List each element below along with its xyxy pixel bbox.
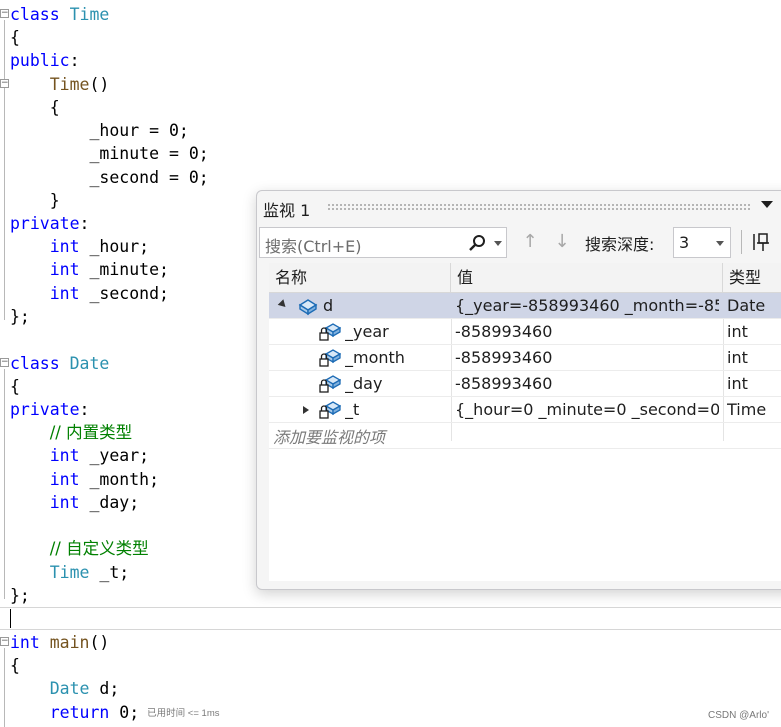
row-value[interactable]: -858993460 bbox=[455, 371, 719, 397]
add-watch-hint[interactable]: 添加要监视的项 bbox=[273, 425, 385, 451]
row-type: int bbox=[727, 348, 748, 367]
code-line: _minute = 0; bbox=[89, 144, 209, 163]
watch-title-bar[interactable]: 监视 1 bbox=[257, 191, 781, 223]
current-line-highlight bbox=[0, 607, 781, 630]
code-line: Date d; bbox=[49, 679, 120, 698]
row-name: d bbox=[323, 296, 334, 315]
row-name: _year bbox=[345, 322, 389, 341]
row-name: _month bbox=[345, 348, 405, 367]
arrow-up-icon[interactable]: ↑ bbox=[521, 231, 539, 253]
row-value[interactable]: -858993460 bbox=[455, 345, 719, 371]
row-name: _t bbox=[345, 400, 360, 419]
watch-toolbar: 搜索(Ctrl+E) ↑ ↓ 搜索深度: 3 bbox=[257, 225, 781, 259]
code-line: _hour = 0; bbox=[89, 121, 189, 140]
code-line: int _day; bbox=[49, 493, 140, 512]
dropdown-icon[interactable] bbox=[761, 201, 773, 208]
code-line: int _minute; bbox=[49, 260, 169, 279]
code-line: { bbox=[10, 28, 20, 47]
private-member-icon bbox=[319, 349, 341, 367]
code-line: Time() bbox=[49, 75, 110, 94]
fold-guide bbox=[4, 20, 5, 320]
search-icon[interactable] bbox=[468, 234, 486, 252]
private-member-icon bbox=[319, 323, 341, 341]
row-type: Time bbox=[727, 400, 767, 419]
watch-row[interactable]: _day -858993460 int bbox=[269, 371, 781, 397]
code-line: Time _t; bbox=[49, 563, 130, 582]
private-member-icon bbox=[319, 375, 341, 393]
elapsed-time-hint: 已用时间 <= 1ms bbox=[147, 708, 220, 719]
arrow-down-icon[interactable]: ↓ bbox=[553, 231, 571, 253]
text-caret bbox=[10, 609, 11, 628]
code-line: { bbox=[49, 98, 60, 117]
code-line: int _year; bbox=[49, 446, 150, 465]
watch-row[interactable]: _year -858993460 int bbox=[269, 319, 781, 345]
row-value[interactable]: {_year=-858993460 _month=-858993460 _day… bbox=[455, 293, 719, 319]
code-line: _second = 0; bbox=[89, 168, 209, 187]
code-line: { bbox=[10, 377, 20, 396]
code-line: // 自定义类型 bbox=[49, 539, 149, 558]
code-line: public: bbox=[10, 51, 80, 70]
code-line: int main() bbox=[10, 633, 110, 652]
row-type: int bbox=[727, 322, 748, 341]
code-line: }; bbox=[10, 307, 30, 326]
collapse-icon[interactable]: − bbox=[0, 9, 9, 18]
code-line: int _month; bbox=[49, 470, 160, 489]
column-header-type[interactable]: 类型 bbox=[723, 263, 781, 293]
search-depth-select[interactable]: 3 bbox=[673, 227, 731, 258]
collapse-icon[interactable]: − bbox=[0, 637, 9, 646]
chevron-down-icon bbox=[716, 241, 724, 246]
watch-row[interactable]: _month -858993460 int bbox=[269, 345, 781, 371]
watermark: CSDN @Arlo' bbox=[708, 710, 769, 721]
collapse-icon[interactable]: − bbox=[0, 79, 9, 88]
search-depth-label: 搜索深度: bbox=[585, 235, 655, 254]
code-line: private: bbox=[10, 214, 90, 233]
watch-grid: 名称 值 类型 d {_year=-858993460 _month=-8589… bbox=[269, 263, 781, 581]
column-header-name[interactable]: 名称 bbox=[269, 263, 451, 293]
add-watch-row[interactable]: 添加要监视的项 bbox=[269, 423, 781, 449]
search-placeholder: 搜索(Ctrl+E) bbox=[265, 237, 362, 256]
row-type: Date bbox=[727, 296, 766, 315]
column-header-value[interactable]: 值 bbox=[451, 263, 723, 293]
code-line: private: bbox=[10, 400, 90, 419]
private-member-icon bbox=[319, 401, 341, 419]
watch-row[interactable]: _t {_hour=0 _minute=0 _second=0 } Time bbox=[269, 397, 781, 423]
collapse-icon[interactable]: − bbox=[0, 358, 9, 367]
row-name: _day bbox=[345, 374, 383, 393]
code-line: int _second; bbox=[49, 284, 169, 303]
code-line: return 0; 已用时间 <= 1ms bbox=[49, 703, 220, 722]
code-line: } bbox=[49, 191, 60, 210]
fold-guide bbox=[4, 648, 5, 727]
code-line: // 内置类型 bbox=[49, 423, 133, 442]
object-icon bbox=[298, 299, 318, 316]
watch-window[interactable]: 监视 1 搜索(Ctrl+E) ↑ ↓ 搜索深度: 3 名称 值 类型 d {_… bbox=[256, 190, 781, 590]
fold-guide bbox=[4, 369, 5, 599]
row-type: int bbox=[727, 374, 748, 393]
expand-icon[interactable] bbox=[277, 299, 289, 310]
search-input[interactable]: 搜索(Ctrl+E) bbox=[259, 227, 507, 258]
code-line: { bbox=[10, 656, 20, 675]
drag-grip[interactable] bbox=[327, 203, 751, 211]
code-line: class Date bbox=[10, 354, 110, 373]
expand-icon[interactable] bbox=[303, 406, 309, 414]
search-options-icon[interactable] bbox=[494, 241, 502, 246]
pin-icon[interactable] bbox=[751, 231, 771, 253]
watch-title: 监视 1 bbox=[263, 201, 311, 220]
row-value[interactable]: {_hour=0 _minute=0 _second=0 } bbox=[455, 397, 719, 423]
row-value[interactable]: -858993460 bbox=[455, 319, 719, 345]
watch-row[interactable]: d {_year=-858993460 _month=-858993460 _d… bbox=[269, 293, 781, 319]
toolbar-separator bbox=[741, 230, 742, 254]
grid-header: 名称 值 类型 bbox=[269, 263, 781, 293]
code-line: int _hour; bbox=[49, 237, 150, 256]
code-line: class Time bbox=[10, 5, 110, 24]
code-line: }; bbox=[10, 586, 30, 605]
